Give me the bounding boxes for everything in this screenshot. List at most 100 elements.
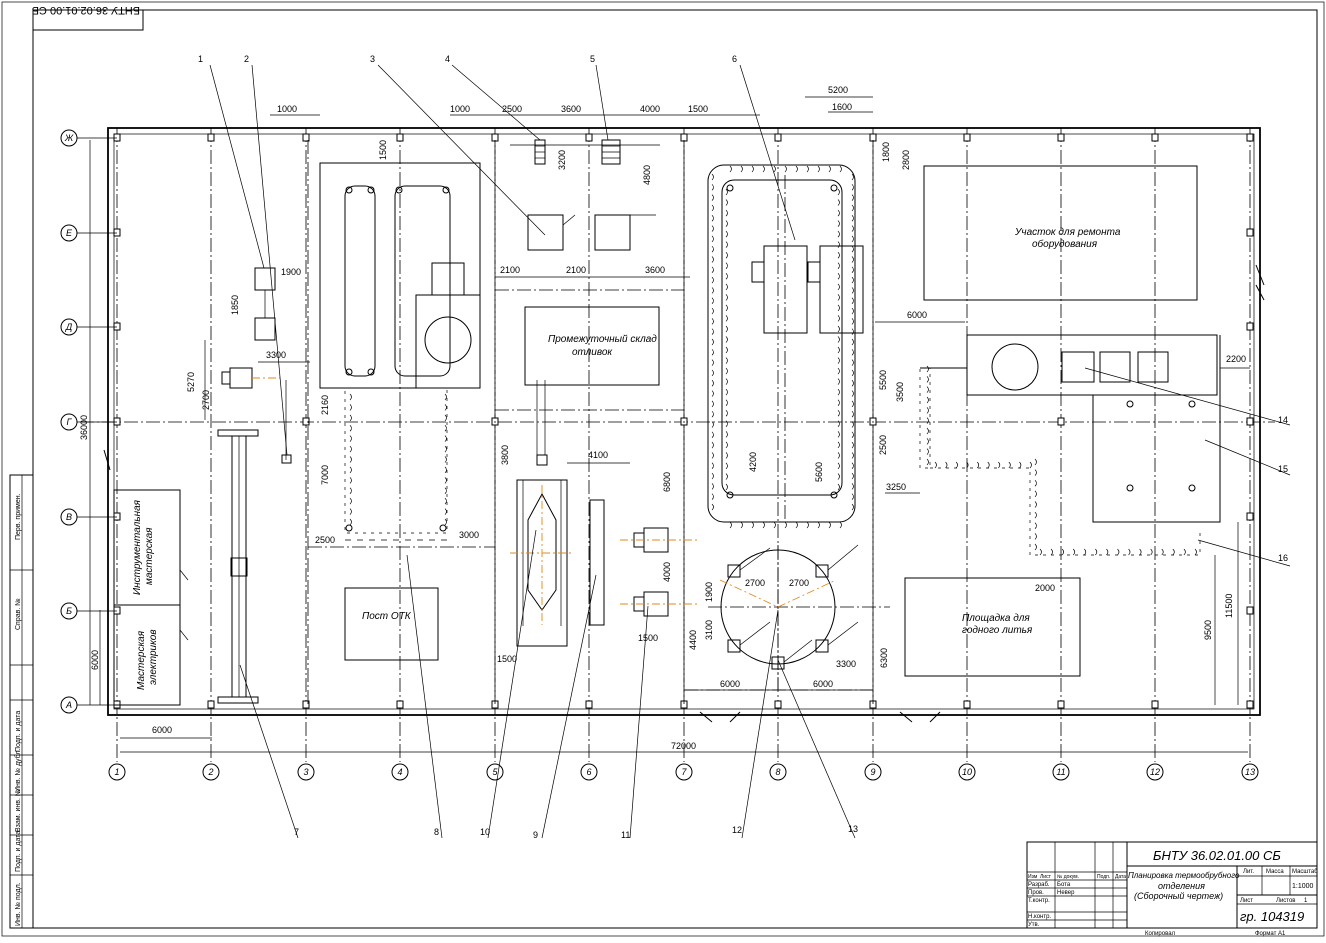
hanger-c15b-5	[987, 461, 990, 469]
equipment-left	[217, 267, 292, 704]
hanger-c6il-9	[725, 283, 728, 291]
dim-7000: 7000	[320, 465, 330, 485]
dim-4000: 4000	[640, 104, 660, 114]
strip-label-2: Подп. и дата	[15, 711, 22, 752]
hanger-c6l-18	[711, 359, 714, 366]
callout-14: 14	[1278, 415, 1288, 425]
dim-2160: 2160	[320, 395, 330, 415]
hanger-c6b-8	[817, 521, 820, 529]
hanger-c8r-2	[444, 414, 447, 422]
dimension-texts: 72000 6000 36000 6000 1000 1000 2500 360…	[79, 85, 1246, 751]
hanger-c6l-27	[711, 452, 714, 459]
hanger-c6il-5	[725, 241, 728, 248]
hanger-c16-2	[1034, 480, 1037, 487]
tool-shop-line1: Инструментальная	[132, 499, 143, 595]
hanger-c8l-5	[349, 445, 352, 453]
column-5-1	[585, 700, 593, 709]
hanger-c6r-1	[851, 184, 854, 191]
axis-label-col-5: 6	[586, 767, 591, 777]
hanger-c8r-10	[444, 497, 447, 505]
hanger-c6r-10	[851, 276, 854, 284]
hanger-c6r-12	[851, 297, 854, 304]
tb-col-izm: Изм	[1028, 874, 1038, 880]
callouts: 1 2 3 4 5 6 7 8 9 10 11 12 13 14 15 16	[198, 54, 1291, 840]
hanger-c6ir-24	[837, 441, 840, 449]
hanger-c6ir-0	[837, 188, 840, 196]
hanger-c6l-17	[711, 349, 714, 356]
hanger-c6ir-19	[837, 388, 840, 396]
electric-shop-line1: Мастерская	[136, 630, 147, 690]
tb-name1: Планировка термообрубного	[1128, 871, 1240, 880]
hanger-c6il-27	[725, 473, 728, 480]
hanger-c6b-10	[839, 521, 842, 529]
hanger-c6ir-3	[837, 220, 840, 227]
callout-10: 10	[480, 827, 490, 837]
dim-6000-b: 6000	[813, 679, 833, 689]
column-row-1-1	[1246, 228, 1254, 237]
hanger-c6r-3	[851, 204, 854, 212]
strip-label-0: Перв. примен.	[15, 493, 22, 540]
hanger-c6r-14	[851, 318, 854, 325]
callout-16: 16	[1278, 553, 1288, 563]
hanger-c8l-6	[349, 456, 352, 463]
axis-label-col-3: 4	[397, 767, 402, 777]
hanger-c15l-6	[926, 427, 929, 435]
hanger-c6ir-15	[837, 346, 840, 354]
dim-11500: 11500	[1224, 594, 1234, 618]
hanger-c6il-24	[725, 441, 728, 449]
callout-13: 13	[848, 824, 858, 834]
strip-label-6: Инв. № подл.	[15, 882, 22, 926]
workshops-left: Инструментальная мастерская Мастерская э…	[113, 489, 189, 706]
tb-name2: отделения	[1158, 881, 1205, 891]
hanger-c6r-22	[851, 400, 854, 408]
hanger-c6ir-2	[837, 209, 840, 217]
hanger-c15l-2	[926, 386, 929, 393]
column-row-0-0	[113, 133, 121, 142]
hanger-c6ir-26	[837, 462, 840, 470]
dim-2100-b: 2100	[566, 265, 586, 275]
dim-3500: 3500	[895, 382, 905, 402]
hanger-c8l-8	[349, 477, 352, 484]
column-7-1	[774, 700, 782, 709]
hanger-c6ir-4	[837, 230, 840, 238]
hanger-c6t-5	[784, 165, 787, 173]
dim-3300: 3300	[266, 350, 286, 360]
hanger-c8r-1	[444, 404, 447, 411]
hanger-c6t-8	[817, 165, 820, 173]
dim-2100-a: 2100	[500, 265, 520, 275]
hanger-c15l-4	[926, 407, 929, 414]
hanger-c6r-29	[851, 472, 854, 480]
hanger-c6r-17	[851, 349, 854, 356]
dim-6300: 6300	[879, 648, 889, 668]
hanger-c6l-10	[711, 276, 714, 284]
dim-6000-left: 6000	[90, 650, 100, 670]
column-3-0	[396, 133, 404, 142]
column-row-3-1	[1246, 417, 1254, 426]
column-9-0	[963, 133, 971, 142]
hanger-c6l-13	[711, 307, 714, 315]
dim-3600-b: 3600	[645, 265, 665, 275]
column-5-0	[585, 133, 593, 142]
hanger-c6l-7	[711, 245, 714, 253]
storage-line2: отливок	[572, 347, 613, 358]
hanger-c8r-7	[444, 466, 447, 474]
tb-ncontrol: Н.контр.	[1028, 914, 1051, 920]
hanger-c8r-12	[444, 518, 447, 526]
hanger-c6il-6	[725, 251, 728, 259]
hanger-c6l-11	[711, 287, 714, 294]
hanger-c16-3	[1034, 490, 1037, 498]
hanger-c6l-6	[711, 235, 714, 243]
hanger-c16-6	[1034, 522, 1037, 529]
tb-sheets-value: 1	[1304, 898, 1308, 904]
tb-tcontrol: Т.контр.	[1028, 898, 1050, 904]
hanger-c16b-6	[1106, 548, 1109, 556]
hanger-c6r-25	[851, 431, 854, 439]
dim-2700: 2700	[201, 390, 211, 410]
callout-9: 9	[533, 830, 538, 840]
hanger-c6il-17	[725, 367, 728, 375]
tb-code: БНТУ 36.02.01.00 СБ	[1153, 848, 1281, 863]
hanger-c6ir-23	[837, 431, 840, 438]
axis-label-row-0: Ж	[64, 133, 74, 143]
dim-5270: 5270	[186, 372, 196, 392]
callout-1: 1	[198, 54, 203, 64]
